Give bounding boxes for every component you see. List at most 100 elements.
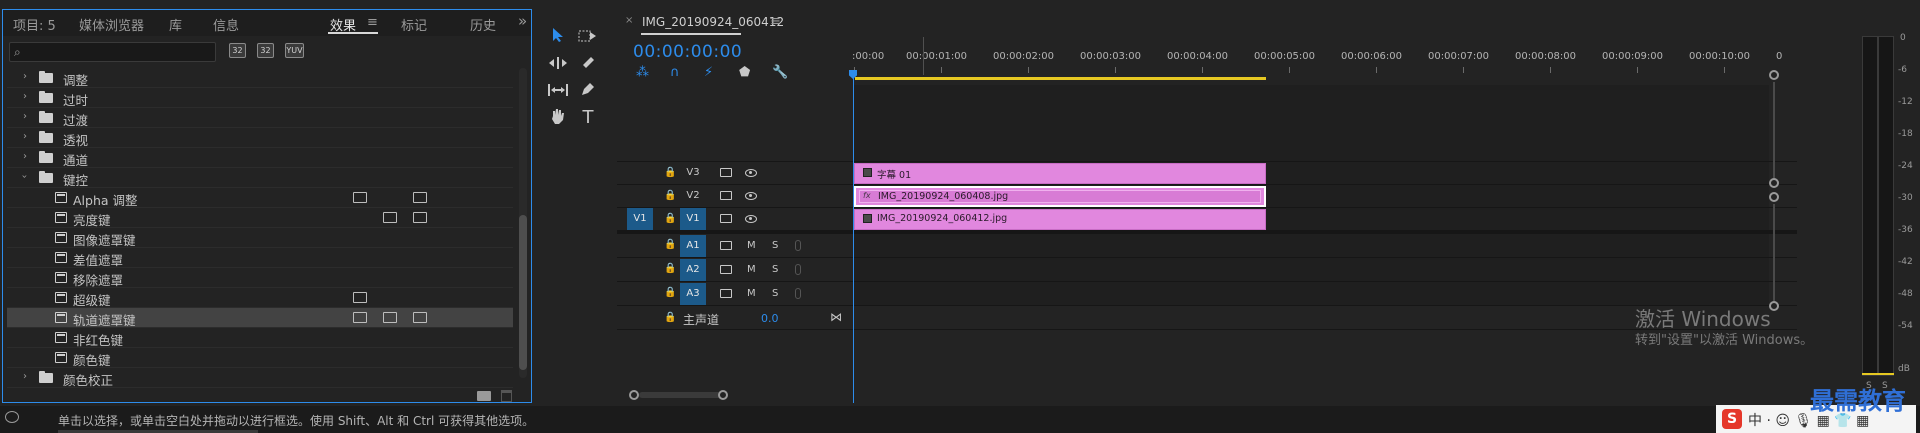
go-to-end-icon[interactable]: ⋈ [830, 310, 842, 324]
track-target-v3[interactable]: V3 [680, 162, 706, 184]
pen-tool-icon[interactable] [577, 81, 599, 103]
tree-item-effect[interactable]: Alpha 调整 [7, 188, 513, 208]
source-patch-v1[interactable]: V1 [627, 208, 653, 230]
chevron-right-icon[interactable]: › [23, 91, 27, 102]
tree-item-effect[interactable]: 超级键 [7, 288, 513, 308]
tree-item-folder-expanded[interactable]: › 键控 [7, 168, 513, 188]
tab-project[interactable]: 项目: 5 [13, 15, 56, 34]
solo-button[interactable]: S [772, 288, 778, 299]
eye-icon[interactable] [745, 215, 757, 223]
chevron-down-icon[interactable]: › [19, 175, 30, 179]
lock-icon[interactable]: 🔒 [664, 239, 676, 250]
mute-button[interactable]: M [747, 240, 756, 251]
panel-overflow-icon[interactable]: » [518, 12, 527, 30]
work-area-bar[interactable] [855, 77, 1266, 80]
playhead-line[interactable] [853, 75, 854, 403]
tab-markers[interactable]: 标记 [401, 15, 427, 34]
effects-search-input[interactable]: ⌕ [9, 42, 216, 62]
track-content-area[interactable] [854, 85, 1769, 161]
solo-button[interactable]: S [772, 264, 778, 275]
sequence-menu-icon[interactable]: ≡ [770, 14, 781, 29]
chevron-right-icon[interactable]: › [23, 151, 27, 162]
zoom-scroll-left-knob[interactable] [629, 390, 639, 400]
chevron-right-icon[interactable]: › [23, 371, 27, 382]
sogou-logo-icon[interactable]: S [1722, 409, 1742, 429]
tree-item-folder[interactable]: › 颜色校正 [7, 368, 513, 388]
track-content-area[interactable] [854, 258, 1769, 281]
tree-item-effect[interactable]: 图像遮罩键 [7, 228, 513, 248]
master-volume-value[interactable]: 0.0 [761, 312, 779, 325]
selection-tool-icon[interactable] [547, 27, 569, 49]
tab-info[interactable]: 信息 [213, 15, 239, 34]
track-target-a1[interactable]: A1 [680, 235, 706, 257]
tab-media-browser[interactable]: 媒体浏览器 [79, 15, 144, 34]
track-content-area[interactable] [854, 234, 1769, 257]
lock-icon[interactable]: 🔒 [664, 190, 676, 201]
audio-scrollbar[interactable] [1773, 204, 1775, 301]
sync-lock-icon[interactable] [720, 214, 732, 223]
snap-icon[interactable]: ∩ [670, 65, 680, 80]
sync-lock-icon[interactable] [720, 265, 732, 274]
lock-icon[interactable]: 🔒 [664, 287, 676, 298]
video-scrollbar[interactable] [1773, 82, 1775, 178]
tree-item-folder[interactable]: › 通道 [7, 148, 513, 168]
type-tool-icon[interactable]: T [577, 107, 599, 129]
video-scroll-top-knob[interactable] [1769, 70, 1779, 80]
lock-icon[interactable]: 🔒 [664, 167, 676, 178]
clip-image-selected[interactable]: fx IMG_20190924_060408.jpg [854, 186, 1266, 207]
mute-button[interactable]: M [747, 288, 756, 299]
effects-scrollbar-thumb[interactable] [519, 215, 527, 370]
tree-item-effect[interactable]: 非红色键 [7, 328, 513, 348]
add-marker-icon[interactable]: ⬟ [739, 65, 750, 80]
eye-icon[interactable] [745, 169, 757, 177]
chevron-right-icon[interactable]: › [23, 71, 27, 82]
tree-item-effect[interactable]: 颜色键 [7, 348, 513, 368]
tree-item-effect[interactable]: 亮度键 [7, 208, 513, 228]
playhead-timecode[interactable]: 00:00:00:00 [633, 42, 742, 62]
slip-tool-icon[interactable] [547, 81, 569, 103]
lock-icon[interactable]: 🔒 [664, 213, 676, 224]
lock-icon[interactable]: 🔒 [664, 263, 676, 274]
tree-item-folder[interactable]: › 过渡 [7, 108, 513, 128]
tree-item-folder[interactable]: › 过时 [7, 88, 513, 108]
close-icon[interactable]: × [625, 15, 633, 26]
tab-libraries[interactable]: 库 [169, 15, 182, 34]
track-content-area[interactable] [854, 282, 1769, 305]
clip-title[interactable]: 字幕 01 [854, 163, 1266, 184]
chevron-right-icon[interactable]: › [23, 111, 27, 122]
track-content-area[interactable] [854, 306, 1769, 329]
sync-lock-icon[interactable] [720, 241, 732, 250]
mute-button[interactable]: M [747, 264, 756, 275]
audio-scroll-top-knob[interactable] [1769, 192, 1779, 202]
microphone-icon[interactable] [795, 264, 801, 275]
track-target-v1[interactable]: V1 [680, 208, 706, 230]
sync-lock-icon[interactable] [720, 168, 732, 177]
track-target-v2[interactable]: V2 [680, 185, 706, 207]
tree-item-effect[interactable]: 差值遮罩 [7, 248, 513, 268]
tree-item-folder[interactable]: › 调整 [7, 68, 513, 88]
solo-button[interactable]: S [772, 240, 778, 251]
zoom-scrollbar[interactable] [639, 392, 721, 398]
track-select-forward-tool-icon[interactable] [577, 27, 599, 49]
time-ruler[interactable]: :00:00 00:00:01:00 00:00:02:00 00:00:03:… [852, 47, 1797, 81]
tab-history[interactable]: 历史 [470, 15, 496, 34]
ripple-edit-tool-icon[interactable] [547, 54, 569, 76]
wrench-icon[interactable]: 🔧 [772, 65, 788, 80]
32bit-filter-button[interactable]: 32 [257, 43, 274, 58]
nest-sequence-icon[interactable]: ⁂ [636, 65, 649, 80]
sequence-tab[interactable]: IMG_20190924_060412 [642, 15, 784, 29]
track-target-a3[interactable]: A3 [680, 283, 706, 305]
trash-icon[interactable] [501, 390, 512, 402]
video-scroll-bottom-knob[interactable] [1769, 178, 1779, 188]
zoom-scroll-right-knob[interactable] [718, 390, 728, 400]
tree-item-effect-selected[interactable]: 轨道遮罩键 [7, 308, 513, 328]
eye-icon[interactable] [745, 192, 757, 200]
accelerated-effects-filter-button[interactable]: 32 [229, 43, 246, 58]
clip-image[interactable]: IMG_20190924_060412.jpg [854, 209, 1266, 230]
new-bin-icon[interactable] [477, 391, 491, 401]
microphone-icon[interactable] [795, 288, 801, 299]
chevron-right-icon[interactable]: › [23, 131, 27, 142]
sync-lock-icon[interactable] [720, 289, 732, 298]
track-target-a2[interactable]: A2 [680, 259, 706, 281]
microphone-icon[interactable] [795, 240, 801, 251]
